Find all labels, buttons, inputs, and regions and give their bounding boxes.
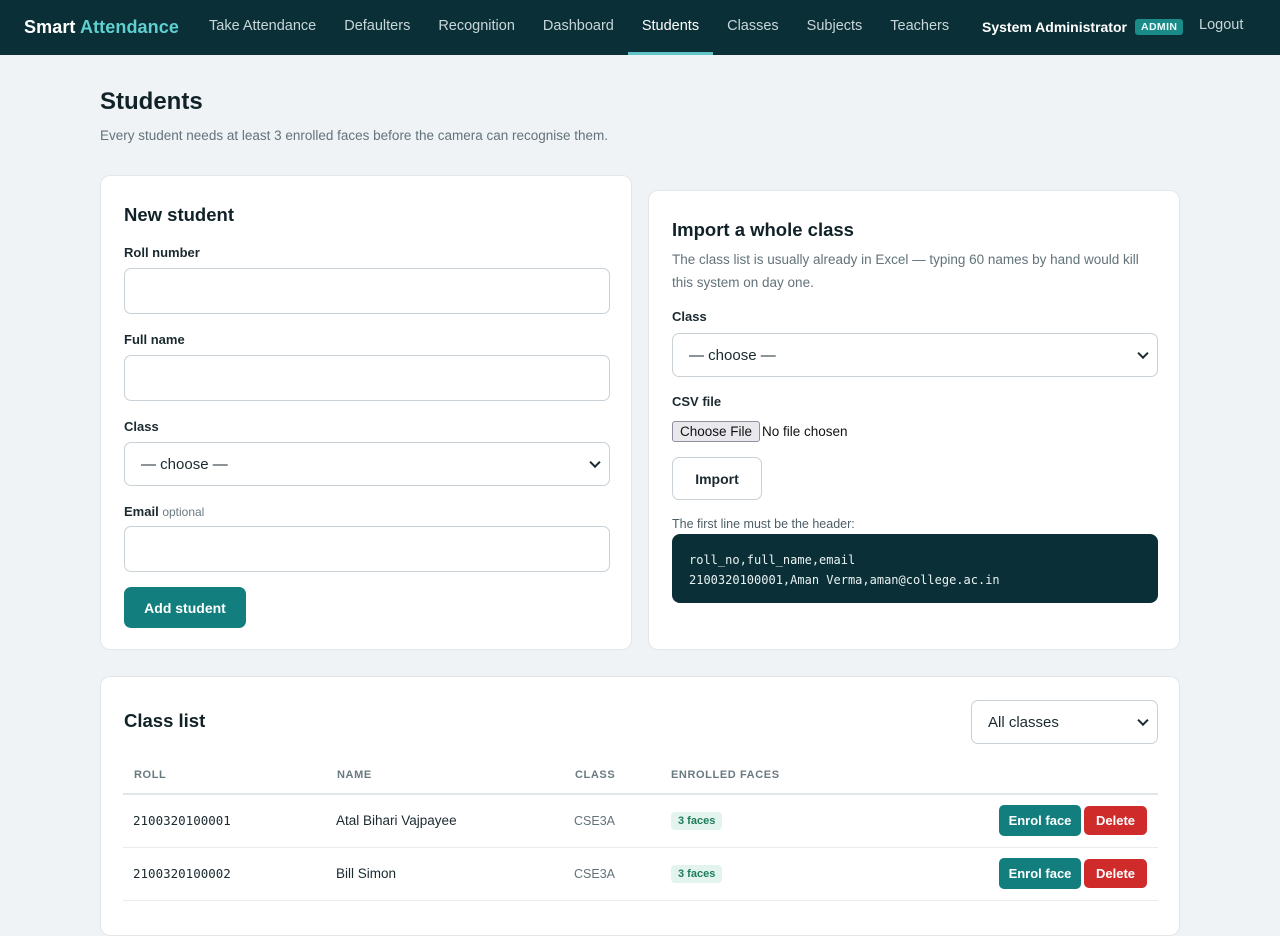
class-select[interactable]: — choose — [124,442,610,486]
class-list-heading: Class list [124,710,206,731]
nav-dashboard[interactable]: Dashboard [529,0,628,55]
faces-badge: 3 faces [671,812,723,830]
choose-file-button[interactable]: Choose File [672,421,761,442]
class-label: Class [124,419,159,434]
row-name: Bill Simon [336,866,397,881]
csv-sample-line-2: 2100320100001,Aman Verma,aman@college.ac… [689,573,1000,587]
class-filter-select[interactable]: All classes [971,700,1158,744]
page-subtitle: Every student needs at least 3 enrolled … [100,128,609,143]
logout-link[interactable]: Logout [1199,17,1243,33]
delete-student-button[interactable]: Delete [1084,806,1147,835]
main-nav: Take Attendance Defaulters Recognition D… [195,0,963,55]
email-input[interactable] [124,526,610,572]
nav-recognition[interactable]: Recognition [424,0,529,55]
import-description: The class list is usually already in Exc… [672,248,1139,294]
faces-badge: 3 faces [671,865,723,883]
import-class-select[interactable]: — choose — [672,333,1158,377]
top-navbar: Smart Attendance Take Attendance Default… [0,0,1280,55]
new-student-card: New student Roll number Full name Class … [100,175,632,650]
nav-defaulters[interactable]: Defaulters [330,0,424,55]
class-select-value: — choose — [141,455,228,473]
class-filter-value: All classes [988,713,1059,731]
import-description-line-2: this system on day one. [672,275,814,290]
enrol-face-button[interactable]: Enrol face [999,858,1081,889]
table-row: 2100320100001 Atal Bihari Vajpayee CSE3A… [123,795,1158,848]
email-optional-note: optional [162,505,205,519]
nav-students[interactable]: Students [627,0,714,55]
add-student-button[interactable]: Add student [124,587,246,628]
row-roll: 2100320100002 [133,866,231,881]
row-class: CSE3A [574,867,615,881]
page-title: Students [100,88,203,115]
role-badge: ADMIN [1134,19,1184,35]
roll-number-input[interactable] [124,268,610,314]
nav-subjects[interactable]: Subjects [793,0,877,55]
user-info: System Administrator ADMIN [982,19,1184,35]
delete-student-button[interactable]: Delete [1084,859,1147,888]
column-header-enrolled-faces: ENROLLED FACES [671,769,780,781]
brand-name-first: Smart [24,17,76,37]
row-roll: 2100320100001 [133,813,231,828]
nav-take-attendance[interactable]: Take Attendance [195,0,330,55]
import-description-line-1: The class list is usually already in Exc… [672,252,1139,267]
import-class-card: Import a whole class The class list is u… [648,190,1180,650]
column-header-class: CLASS [575,769,616,781]
chevron-down-icon [589,456,601,469]
class-list-card: Class list All classes ROLL NAME CLASS E… [100,676,1180,936]
import-class-label: Class [672,309,707,324]
csv-sample-block: roll_no,full_name,email 2100320100001,Ama… [672,534,1158,603]
chevron-down-icon [1137,347,1149,360]
full-name-label: Full name [124,332,185,347]
new-student-heading: New student [124,204,234,225]
enrol-face-button[interactable]: Enrol face [999,805,1081,836]
import-button[interactable]: Import [672,457,762,500]
import-class-select-value: — choose — [689,346,776,364]
column-header-name: NAME [337,769,372,781]
chevron-down-icon [1137,714,1149,727]
table-row: 2100320100002 Bill Simon CSE3A 3 faces E… [123,848,1158,901]
nav-teachers[interactable]: Teachers [876,0,963,55]
csv-sample-line-1: roll_no,full_name,email [689,553,856,567]
column-header-roll: ROLL [134,769,167,781]
nav-classes[interactable]: Classes [713,0,793,55]
full-name-input[interactable] [124,355,610,401]
email-label-text: Email [124,504,159,519]
import-heading: Import a whole class [672,219,854,240]
user-name: System Administrator [982,19,1127,35]
row-name: Atal Bihari Vajpayee [336,813,457,828]
brand-name-second: Attendance [79,17,179,37]
roll-number-label: Roll number [124,245,200,260]
email-label: Email optional [124,504,204,519]
brand-logo[interactable]: Smart Attendance [24,17,179,38]
csv-header-hint: The first line must be the header: [672,517,855,531]
file-status-text: No file chosen [762,424,848,439]
csv-file-label: CSV file [672,394,722,409]
row-class: CSE3A [574,814,615,828]
